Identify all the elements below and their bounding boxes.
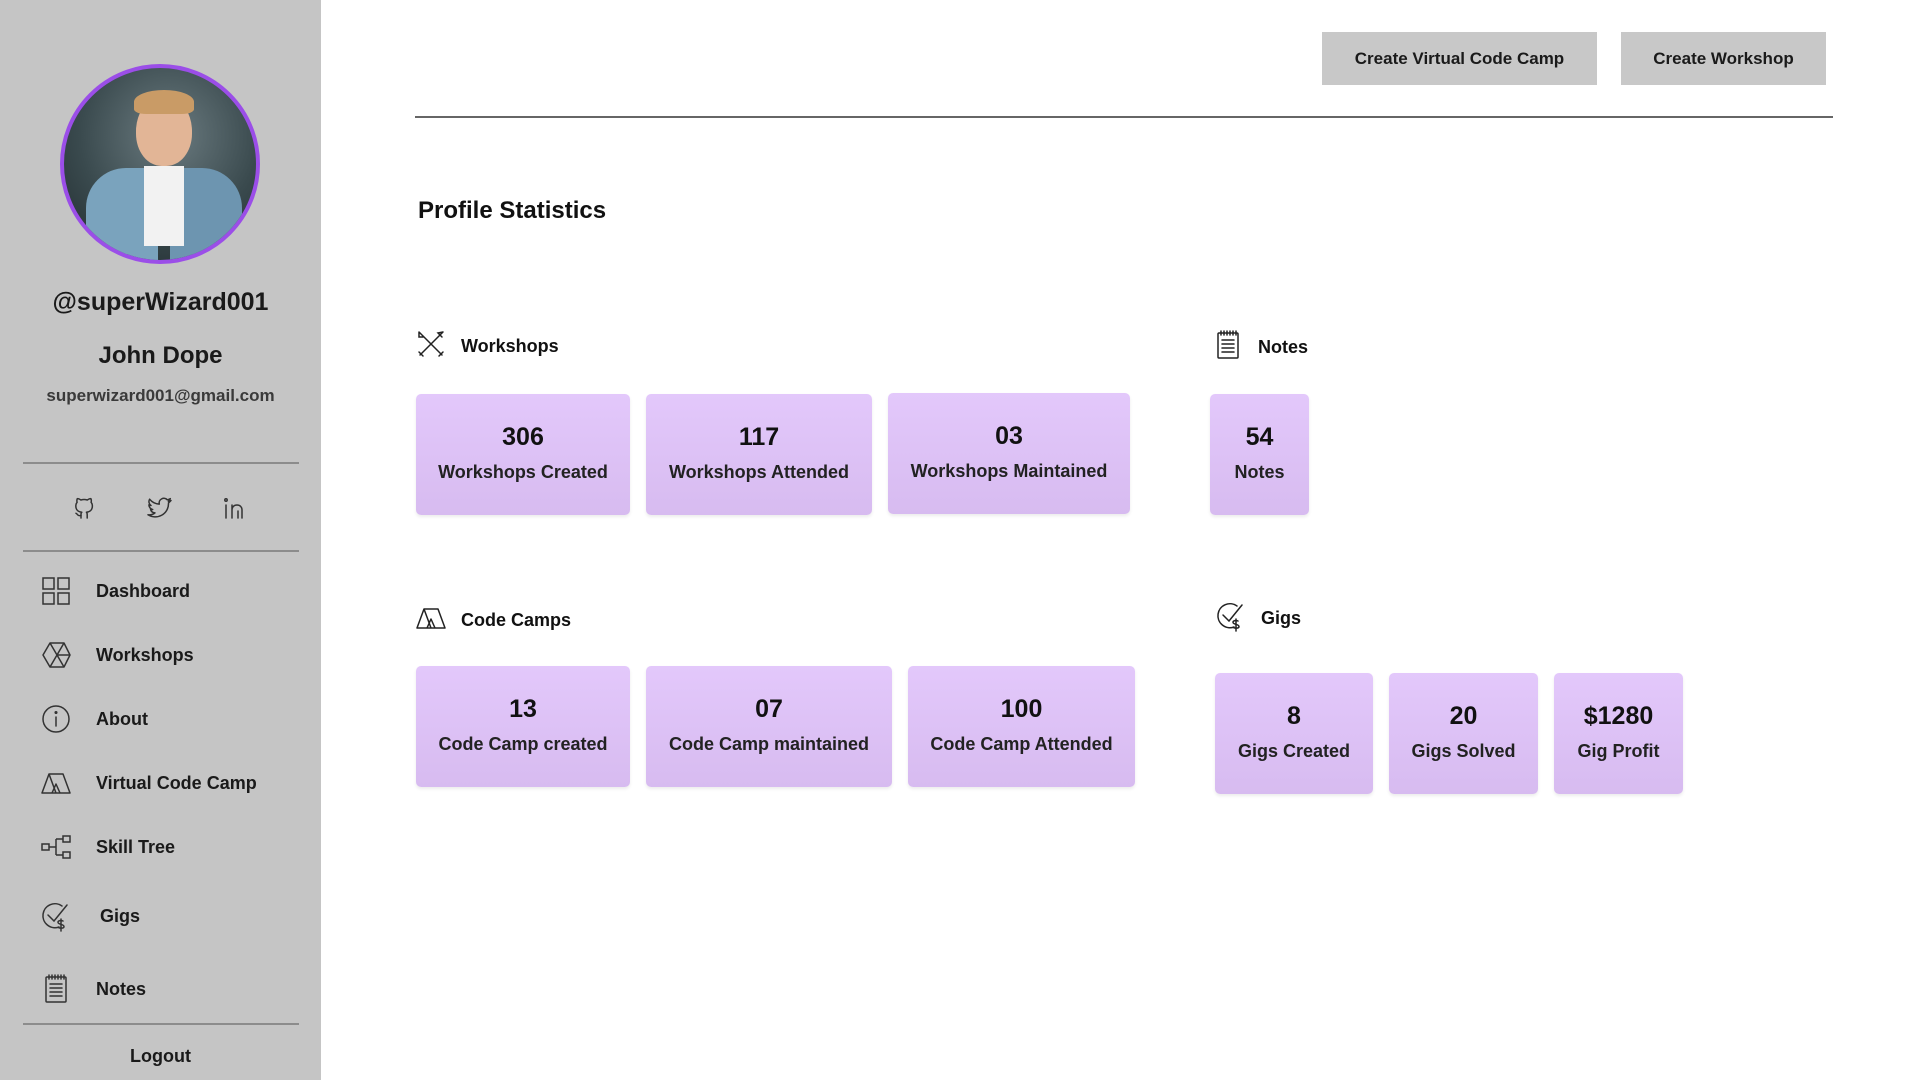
page-title: Profile Statistics xyxy=(418,197,607,224)
code-camps-section-header: Code Camps xyxy=(415,602,571,639)
section-title: Gigs xyxy=(1261,608,1302,628)
sidebar-item-label: Workshops xyxy=(96,644,194,665)
stat-value: 03 xyxy=(995,422,1023,450)
stat-card: 03 Workshops Maintained xyxy=(888,393,1130,514)
stat-value: 54 xyxy=(1245,423,1274,451)
twitter-icon[interactable] xyxy=(146,494,174,522)
crossed-tools-icon xyxy=(415,328,447,365)
stat-card: 13 Code Camp created xyxy=(416,666,630,787)
sidebar-item-label: Gigs xyxy=(100,905,141,926)
stat-card: 54 Notes xyxy=(1210,394,1309,515)
stat-label: Gig Profit xyxy=(1577,741,1660,761)
profile-username: @superWizard001 xyxy=(52,288,269,316)
stat-label: Gigs Solved xyxy=(1411,741,1516,761)
profile-email: superwizard001@gmail.com xyxy=(46,386,275,405)
stat-card: 8 Gigs Created xyxy=(1215,673,1373,794)
header-divider xyxy=(415,116,1833,118)
tree-icon xyxy=(38,829,74,865)
sidebar-divider xyxy=(23,1023,299,1025)
profile-name: John Dope xyxy=(98,342,223,369)
github-icon[interactable] xyxy=(70,494,98,522)
stat-label: Code Camp Attended xyxy=(930,734,1113,754)
workshops-icon xyxy=(38,637,74,673)
stat-label: Workshops Maintained xyxy=(910,461,1108,481)
stat-card: $1280 Gig Profit xyxy=(1554,673,1683,794)
stat-value: 306 xyxy=(502,423,544,451)
stat-value: 13 xyxy=(509,695,537,723)
section-title: Code Camps xyxy=(461,610,572,630)
stat-card: 07 Code Camp maintained xyxy=(646,666,892,787)
notes-section-header: Notes xyxy=(1212,329,1308,366)
sidebar-item-label: About xyxy=(96,708,148,729)
sidebar-item-workshops[interactable]: Workshops xyxy=(38,635,298,675)
section-title: Workshops xyxy=(461,336,559,356)
stat-card: 100 Code Camp Attended xyxy=(908,666,1135,787)
avatar-shirt xyxy=(144,166,184,246)
create-virtual-code-camp-button[interactable]: Create Virtual Code Camp xyxy=(1322,32,1597,85)
stat-value: 20 xyxy=(1449,702,1478,730)
stat-value: $1280 xyxy=(1583,702,1654,730)
sidebar-item-virtual-code-camp[interactable]: Virtual Code Camp xyxy=(38,763,298,803)
tent-icon xyxy=(38,765,74,801)
sidebar-item-label: Dashboard xyxy=(96,580,191,601)
create-workshop-button[interactable]: Create Workshop xyxy=(1621,32,1826,85)
gig-icon xyxy=(38,898,74,934)
stat-value: 07 xyxy=(755,695,783,723)
logout-button[interactable]: Logout xyxy=(0,1046,321,1067)
avatar-hair xyxy=(134,90,194,114)
stat-value: 100 xyxy=(1000,695,1043,723)
stat-label: Notes xyxy=(1234,462,1285,482)
stat-label: Workshops Created xyxy=(438,462,608,482)
stat-card: 20 Gigs Solved xyxy=(1389,673,1538,794)
sidebar-item-gigs[interactable]: Gigs xyxy=(38,896,298,936)
grid-icon xyxy=(38,573,74,609)
stat-label: Code Camp created xyxy=(438,734,608,754)
info-icon xyxy=(38,701,74,737)
sidebar-item-skill-tree[interactable]: Skill Tree xyxy=(38,827,298,867)
sidebar-item-label: Skill Tree xyxy=(96,836,176,857)
gigs-section-header: Gigs xyxy=(1215,600,1301,637)
tent-icon xyxy=(415,602,447,639)
stat-value: 117 xyxy=(738,423,780,451)
gig-icon xyxy=(1215,600,1247,637)
stat-label: Gigs Created xyxy=(1237,741,1351,761)
stat-label: Workshops Attended xyxy=(668,462,849,482)
sidebar-divider xyxy=(23,462,299,464)
stat-card: 306 Workshops Created xyxy=(416,394,630,515)
section-title: Notes xyxy=(1258,337,1309,357)
sidebar: @superWizard001 John Dope superwizard001… xyxy=(0,0,321,1080)
stat-label: Code Camp maintained xyxy=(668,734,870,754)
sidebar-divider xyxy=(23,550,299,552)
avatar[interactable] xyxy=(60,64,260,264)
sidebar-item-label: Notes xyxy=(96,978,147,999)
notes-icon xyxy=(1212,329,1244,366)
stat-card: 117 Workshops Attended xyxy=(646,394,872,515)
workshops-section-header: Workshops xyxy=(415,328,559,365)
sidebar-item-dashboard[interactable]: Dashboard xyxy=(38,571,298,611)
sidebar-item-label: Virtual Code Camp xyxy=(96,772,257,793)
stat-value: 8 xyxy=(1287,702,1301,730)
notes-icon xyxy=(38,971,74,1007)
linkedin-icon[interactable] xyxy=(222,494,250,522)
sidebar-item-notes[interactable]: Notes xyxy=(38,969,298,1009)
sidebar-item-about[interactable]: About xyxy=(38,699,298,739)
